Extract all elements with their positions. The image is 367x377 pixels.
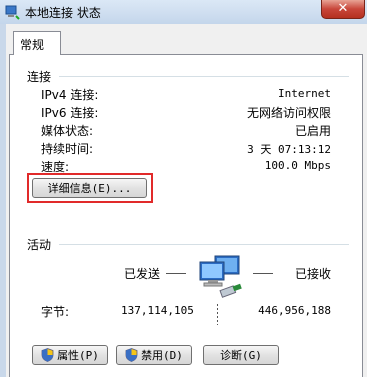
ipv4-label: IPv4 连接: [41,88,99,102]
media-state-label: 媒体状态: [41,124,94,138]
window-title: 本地连接 状态 [25,6,101,20]
network-icon [5,5,20,20]
ipv6-value: 无网络访问权限 [246,106,331,120]
properties-button[interactable]: 属性(P) [32,345,108,365]
title-bar[interactable]: 本地连接 状态 ✕ [0,0,367,24]
cable-line [217,304,218,325]
bytes-received-value: 446,956,188 [258,304,331,317]
connection-header: 连接 [27,70,52,84]
activity-header: 活动 [27,238,52,252]
diagnose-button[interactable]: 诊断(G) [203,345,279,365]
duration-value: 3 天 07:13:12 [247,143,331,156]
tab-label: 常规 [20,38,45,52]
section-divider [59,244,349,245]
received-line [253,273,273,274]
shield-icon [41,348,54,362]
bytes-sent-value: 137,114,105 [121,304,194,317]
duration-label: 持续时间: [41,142,94,156]
disable-button-label: 禁用(D) [141,349,183,362]
tab-general[interactable]: 常规 [13,31,61,55]
speed-value: 100.0 Mbps [264,159,331,172]
sent-line [166,273,186,274]
properties-button-label: 属性(P) [57,349,99,362]
ipv6-label: IPv6 连接: [41,106,99,120]
close-button[interactable]: ✕ [321,0,365,19]
network-computers-icon [199,255,242,298]
sent-label: 已发送 [124,267,161,281]
section-divider [59,76,349,77]
received-label: 已接收 [295,267,332,281]
media-state-value: 已启用 [294,124,331,138]
ipv4-value: Internet [278,87,331,100]
diagnose-button-label: 诊断(G) [220,349,262,362]
highlight-box [27,173,153,203]
shield-icon [125,348,138,362]
disable-button[interactable]: 禁用(D) [116,345,192,365]
bytes-label: 字节: [41,305,70,319]
tab-panel: 连接 IPv4 连接: Internet IPv6 连接: 无网络访问权限 媒体… [9,54,363,377]
close-icon: ✕ [337,1,349,16]
